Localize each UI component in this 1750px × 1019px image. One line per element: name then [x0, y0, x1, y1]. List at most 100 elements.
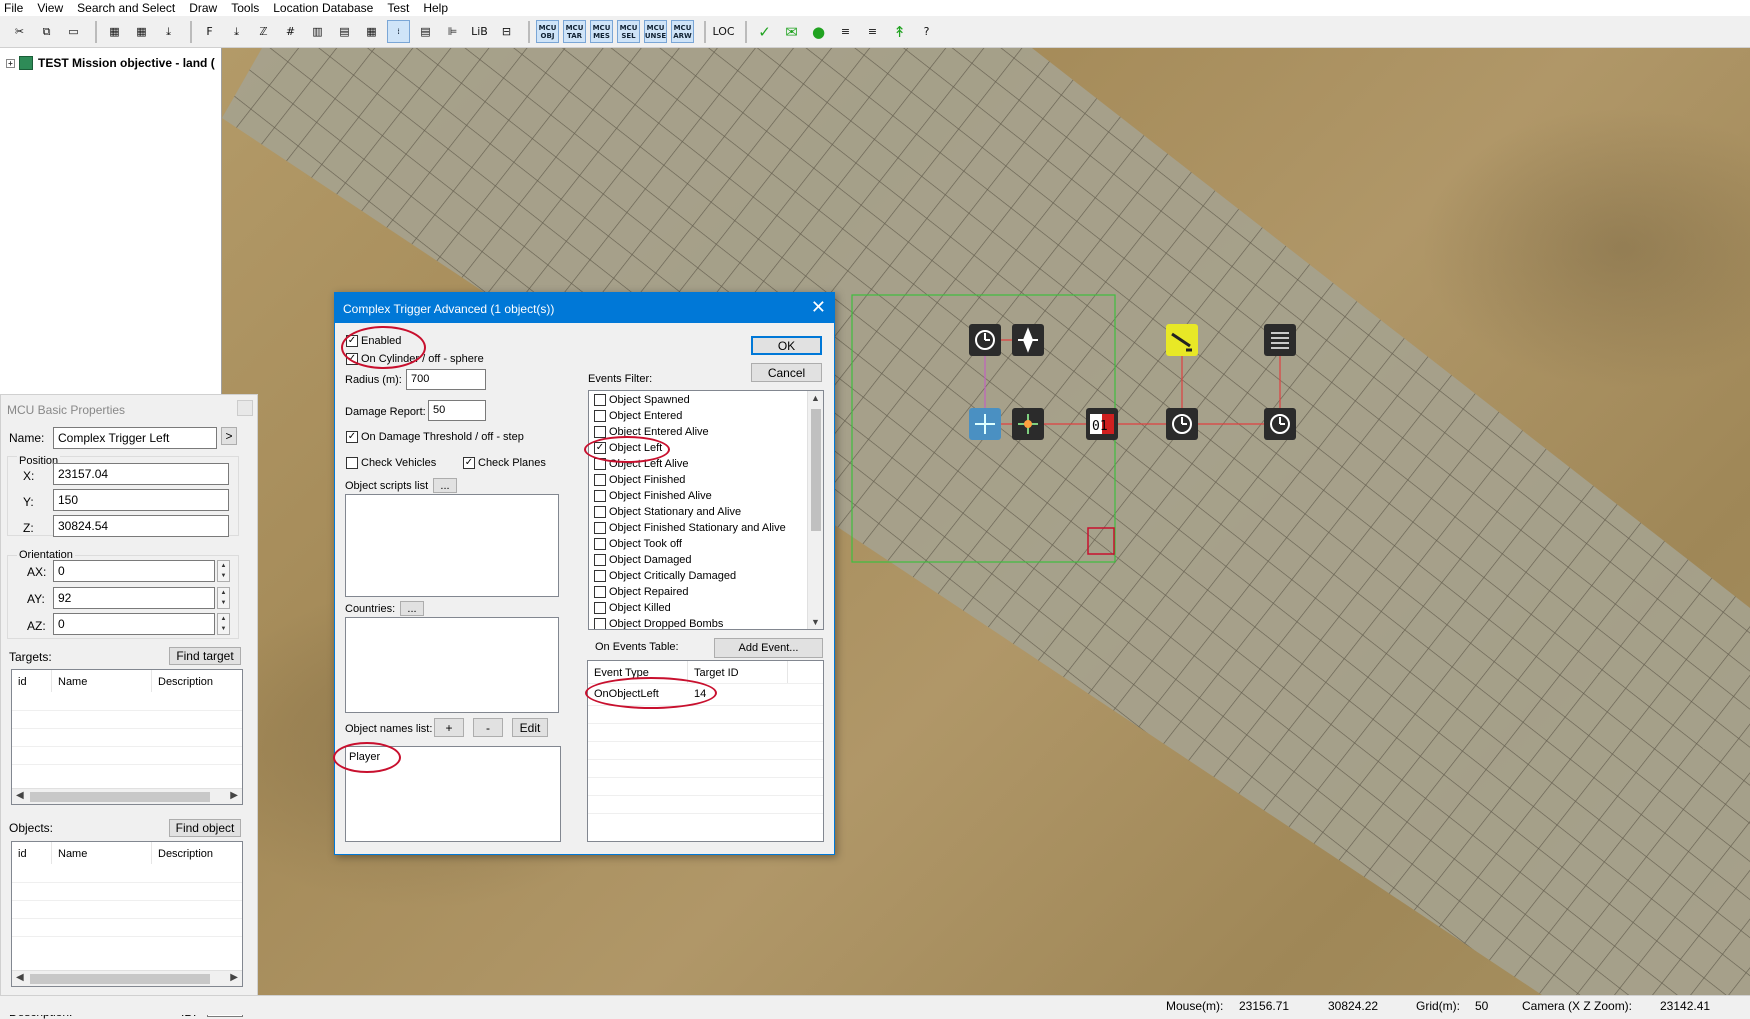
menu-search-and-select[interactable]: Search and Select	[77, 1, 175, 15]
object-scripts-list[interactable]	[345, 494, 559, 597]
download-icon[interactable]: ⤓	[225, 20, 248, 43]
subtitle-icon[interactable]	[1264, 324, 1296, 356]
ungroup-icon[interactable]: ▦	[130, 20, 153, 43]
find-object-button[interactable]: Find object	[169, 819, 241, 837]
panel-close-button[interactable]	[237, 400, 253, 416]
mcu-sel-icon[interactable]: MCU SEL	[617, 20, 640, 43]
event-object-took-off[interactable]: Object Took off	[594, 538, 682, 550]
ruler-alt-icon[interactable]: ≡	[861, 20, 884, 43]
ok-button[interactable]: OK	[751, 336, 822, 355]
targets-col-description[interactable]: Description	[152, 670, 242, 692]
check-planes-checkbox[interactable]: ✓ Check Planes	[463, 457, 546, 469]
events-filter-list[interactable]: Object Spawned Object Entered Object Ent…	[588, 390, 824, 630]
scroll-thumb[interactable]	[30, 792, 210, 802]
object-names-list[interactable]: Player	[345, 746, 561, 842]
scroll-left-icon[interactable]: ◀	[16, 790, 24, 801]
orientation-az-field[interactable]: 0	[53, 613, 215, 635]
counter-icon[interactable]: 01	[1086, 408, 1118, 440]
damage-report-field[interactable]: 50	[428, 400, 486, 421]
on-cylinder-checkbox[interactable]: ✓ On Cylinder / off - sphere	[346, 353, 484, 365]
az-spinner[interactable]: ▲ ▼	[217, 613, 230, 635]
event-object-dropped-bombs[interactable]: Object Dropped Bombs	[594, 618, 723, 629]
menu-file[interactable]: File	[4, 1, 23, 15]
event-object-killed[interactable]: Object Killed	[594, 602, 671, 614]
mcu-obj-icon[interactable]: MCU OBJ	[536, 20, 559, 43]
tree-item-root[interactable]: + TEST Mission objective - land (	[6, 56, 215, 70]
mail-icon[interactable]: ✉	[780, 20, 803, 43]
targets-table[interactable]: id Name Description ◀ ▶	[11, 669, 243, 805]
scroll-down-icon[interactable]: ▼	[811, 617, 820, 627]
menu-draw[interactable]: Draw	[189, 1, 217, 15]
event-type-cell[interactable]: OnObjectLeft	[594, 688, 659, 700]
event-object-entered-alive[interactable]: Object Entered Alive	[594, 426, 709, 438]
dot-icon[interactable]: ●	[807, 20, 830, 43]
close-icon[interactable]: ✕	[811, 297, 826, 318]
orientation-ax-field[interactable]: 0	[53, 560, 215, 582]
targets-hscroll[interactable]: ◀ ▶	[12, 788, 242, 804]
check-icon[interactable]: ✓	[753, 20, 776, 43]
event-object-damaged[interactable]: Object Damaged	[594, 554, 692, 566]
on-damage-threshold-checkbox[interactable]: ✓ On Damage Threshold / off - step	[346, 431, 524, 443]
event-object-entered[interactable]: Object Entered	[594, 410, 682, 422]
orientation-ay-field[interactable]: 92	[53, 587, 215, 609]
col-event-type[interactable]: Event Type	[588, 661, 688, 683]
translator-icon[interactable]	[969, 408, 1001, 440]
timer-icon[interactable]	[1166, 408, 1198, 440]
info-icon[interactable]: ⦙	[387, 20, 410, 43]
menu-test[interactable]: Test	[387, 1, 409, 15]
event-object-critically-damaged[interactable]: Object Critically Damaged	[594, 570, 736, 582]
countries-browse-button[interactable]: ...	[400, 601, 424, 616]
radius-field[interactable]: 700	[406, 369, 486, 390]
layout-icon[interactable]: ⊟	[495, 20, 518, 43]
add-object-name-button[interactable]: +	[434, 718, 464, 737]
list-item[interactable]: Player	[349, 751, 380, 763]
remove-object-name-button[interactable]: -	[473, 718, 503, 737]
position-x-field[interactable]: 23157.04	[53, 463, 229, 485]
scroll-right-icon[interactable]: ▶	[230, 972, 238, 983]
scroll-right-icon[interactable]: ▶	[230, 790, 238, 801]
objects-hscroll[interactable]: ◀ ▶	[12, 970, 242, 986]
translator-icon[interactable]	[1012, 408, 1044, 440]
group-objects-icon[interactable]: ▦	[360, 20, 383, 43]
event-object-finished-stationary-alive[interactable]: Object Finished Stationary and Alive	[594, 522, 786, 534]
expand-icon[interactable]: +	[6, 58, 15, 68]
scroll-thumb[interactable]	[811, 409, 821, 531]
position-y-field[interactable]: 150	[53, 489, 229, 511]
find-target-button[interactable]: Find target	[169, 647, 241, 665]
grid-icon[interactable]: #	[279, 20, 302, 43]
help-icon[interactable]: ?	[915, 20, 938, 43]
add-event-button[interactable]: Add Event...	[714, 638, 823, 658]
menu-view[interactable]: View	[37, 1, 63, 15]
cut-icon[interactable]: ✂	[8, 20, 31, 43]
check-vehicles-checkbox[interactable]: Check Vehicles	[346, 457, 436, 469]
targets-col-name[interactable]: Name	[52, 670, 152, 692]
import-icon[interactable]: ⤓	[157, 20, 180, 43]
scroll-up-icon[interactable]: ▲	[811, 393, 820, 403]
objects-table[interactable]: id Name Description ◀ ▶	[11, 841, 243, 987]
mcu-mes-icon[interactable]: MCU MES	[590, 20, 613, 43]
position-z-field[interactable]: 30824.54	[53, 515, 229, 537]
event-object-repaired[interactable]: Object Repaired	[594, 586, 689, 598]
scroll-left-icon[interactable]: ◀	[16, 972, 24, 983]
target-id-cell[interactable]: 14	[694, 688, 706, 700]
mcu-unse-icon[interactable]: MCU UNSE	[644, 20, 667, 43]
loc-icon[interactable]: LOC	[712, 20, 735, 43]
name-field[interactable]: Complex Trigger Left	[53, 427, 217, 449]
events-vscroll[interactable]: ▲ ▼	[807, 391, 823, 629]
targets-col-id[interactable]: id	[12, 670, 52, 692]
command-icon[interactable]	[1166, 324, 1198, 356]
library-icon[interactable]: LiB	[468, 20, 491, 43]
paste-icon[interactable]: ▭	[62, 20, 85, 43]
enabled-checkbox[interactable]: ✓ Enabled	[346, 335, 401, 347]
scroll-thumb[interactable]	[30, 974, 210, 984]
objects-col-name[interactable]: Name	[52, 842, 152, 864]
ax-spinner[interactable]: ▲ ▼	[217, 560, 230, 582]
mcu-arw-icon[interactable]: MCU ARW	[671, 20, 694, 43]
font-icon[interactable]: F	[198, 20, 221, 43]
object-scripts-browse-button[interactable]: ...	[433, 478, 457, 493]
ay-spinner[interactable]: ▲ ▼	[217, 587, 230, 609]
event-object-finished-alive[interactable]: Object Finished Alive	[594, 490, 712, 502]
text-icon[interactable]: ▤	[333, 20, 356, 43]
events-table[interactable]: Event Type Target ID OnObjectLeft 14	[587, 660, 824, 842]
cancel-button[interactable]: Cancel	[751, 363, 822, 382]
